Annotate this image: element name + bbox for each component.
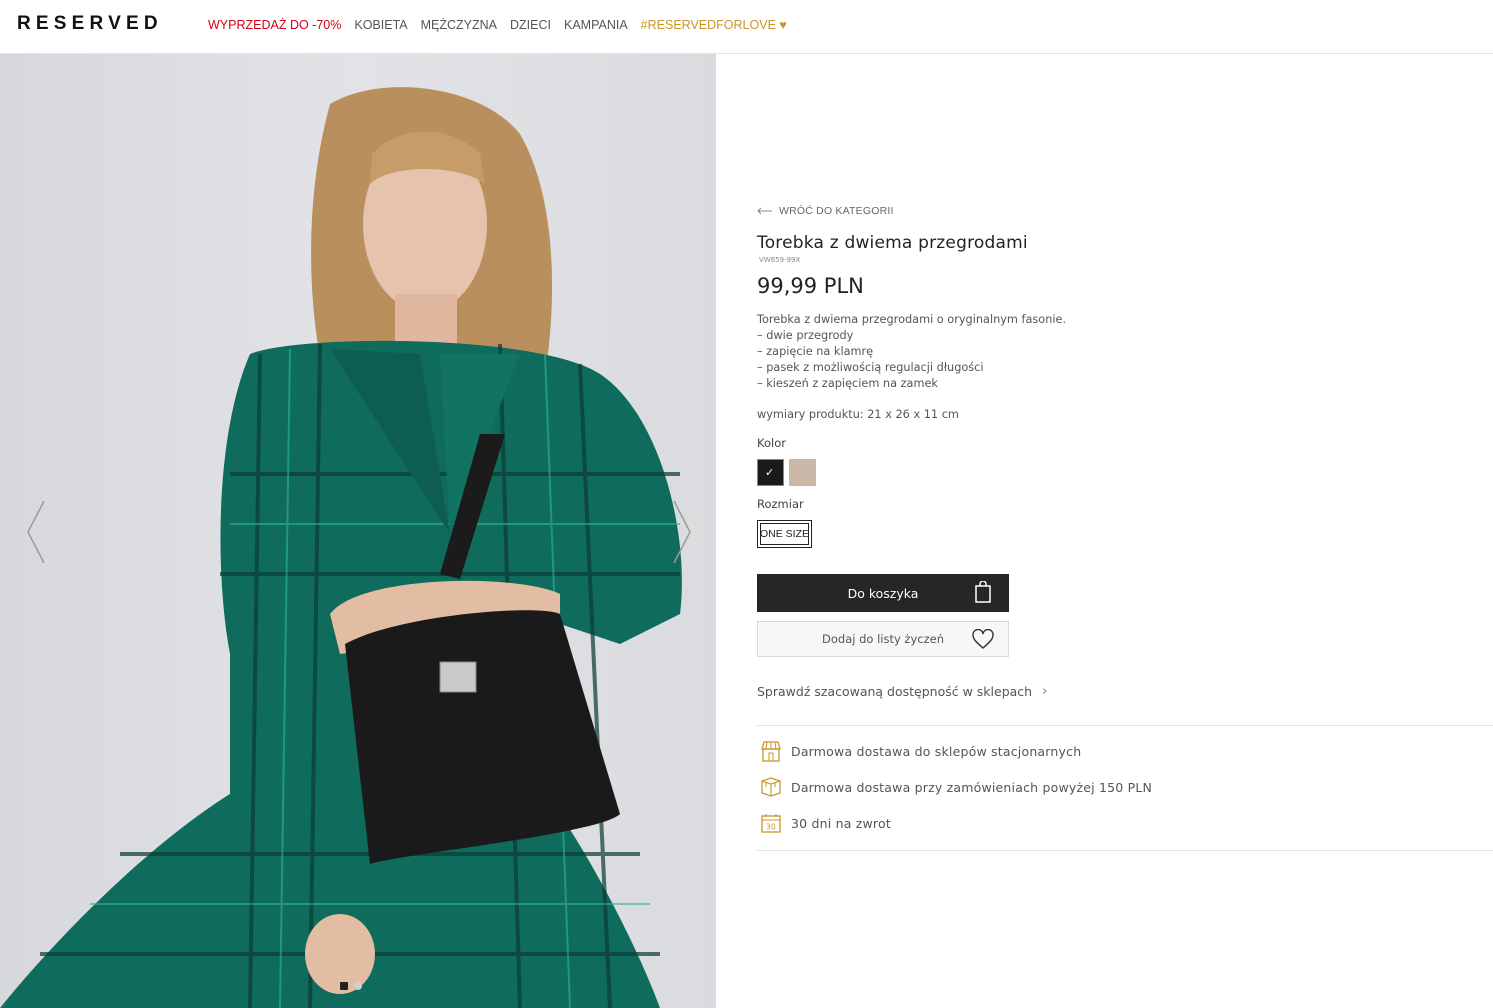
description-line: Torebka z dwiema przegrodami o oryginaln…	[757, 313, 1067, 326]
gallery-pagination	[340, 982, 362, 990]
product-sku: VW659-99X	[759, 256, 801, 264]
product-dimensions: wymiary produktu: 21 x 26 x 11 cm	[757, 408, 959, 421]
color-swatch-black[interactable]: ✓	[757, 459, 784, 486]
add-to-cart-label: Do koszyka	[847, 585, 919, 601]
calendar-30-icon-text: 30	[766, 823, 776, 832]
nav-item-men[interactable]: MĘŻCZYZNA	[421, 18, 497, 32]
size-option-one-size[interactable]: ONE SIZE	[757, 520, 812, 548]
perk-label: 30 dni na zwrot	[791, 815, 891, 831]
description-line: – pasek z możliwością regulacji długości	[757, 361, 984, 374]
add-to-wishlist-button[interactable]: Dodaj do listy życzeń	[757, 621, 1009, 657]
color-swatch-beige[interactable]	[789, 459, 816, 486]
heart-icon	[972, 629, 994, 649]
nav-item-women[interactable]: KOBIETA	[354, 18, 407, 32]
nav-item-kids[interactable]: DZIECI	[510, 18, 551, 32]
calendar-30-icon: 30	[761, 814, 781, 833]
main-nav: WYPRZEDAŻ DO -70% KOBIETA MĘŻCZYZNA DZIE…	[208, 18, 787, 32]
back-to-category-link[interactable]: WRÓĆ DO KATEGORII	[757, 205, 894, 217]
product-gallery	[0, 54, 716, 1008]
gallery-prev-arrow-icon[interactable]	[24, 499, 50, 565]
nav-item-campaign[interactable]: KAMPANIA	[564, 18, 628, 32]
checkmark-icon: ✓	[765, 466, 775, 479]
size-label: Rozmiar	[757, 497, 804, 511]
color-label: Kolor	[757, 436, 786, 450]
chevron-right-icon: ›	[1042, 684, 1048, 699]
divider	[757, 850, 1493, 851]
logo[interactable]: RESERVED	[17, 13, 163, 35]
gallery-next-arrow-icon[interactable]	[668, 499, 694, 565]
add-to-wishlist-label: Dodaj do listy życzeń	[822, 632, 944, 646]
product-photo	[0, 87, 682, 1008]
shopping-bag-icon	[975, 581, 991, 603]
perk-30-days-return: 30 30 dni na zwrot	[760, 812, 891, 834]
description-line: – dwie przegrody	[757, 329, 854, 342]
product-info: WRÓĆ DO KATEGORII Torebka z dwiema przeg…	[757, 0, 1493, 1008]
add-to-cart-button[interactable]: Do koszyka	[757, 574, 1009, 612]
product-price: 99,99 PLN	[757, 274, 864, 298]
arrow-left-icon	[757, 207, 772, 215]
description-line: – kieszeń z zapięciem na zamek	[757, 377, 938, 390]
check-store-availability-link[interactable]: Sprawdź szacowaną dostępność w sklepach …	[757, 684, 1047, 699]
gallery-dot-2[interactable]	[354, 982, 362, 990]
store-icon	[761, 741, 781, 762]
divider	[757, 725, 1493, 726]
back-to-category-label: WRÓĆ DO KATEGORII	[779, 205, 894, 217]
delivery-box-icon	[761, 777, 781, 797]
color-swatches: ✓	[757, 459, 816, 486]
check-store-availability-label: Sprawdź szacowaną dostępność w sklepach	[757, 684, 1033, 699]
perk-label: Darmowa dostawa przy zamówieniach powyże…	[791, 779, 1153, 795]
perk-label: Darmowa dostawa do sklepów stacjonarnych	[791, 743, 1082, 759]
perk-free-store-delivery: Darmowa dostawa do sklepów stacjonarnych	[760, 740, 1081, 762]
product-description: Torebka z dwiema przegrodami o oryginaln…	[757, 312, 1066, 392]
product-title: Torebka z dwiema przegrodami	[757, 233, 1028, 253]
gallery-dot-1[interactable]	[340, 982, 348, 990]
nav-item-sale[interactable]: WYPRZEDAŻ DO -70%	[208, 18, 341, 32]
description-line: – zapięcie na klamrę	[757, 345, 874, 358]
perk-free-delivery-threshold: Darmowa dostawa przy zamówieniach powyże…	[760, 776, 1152, 798]
